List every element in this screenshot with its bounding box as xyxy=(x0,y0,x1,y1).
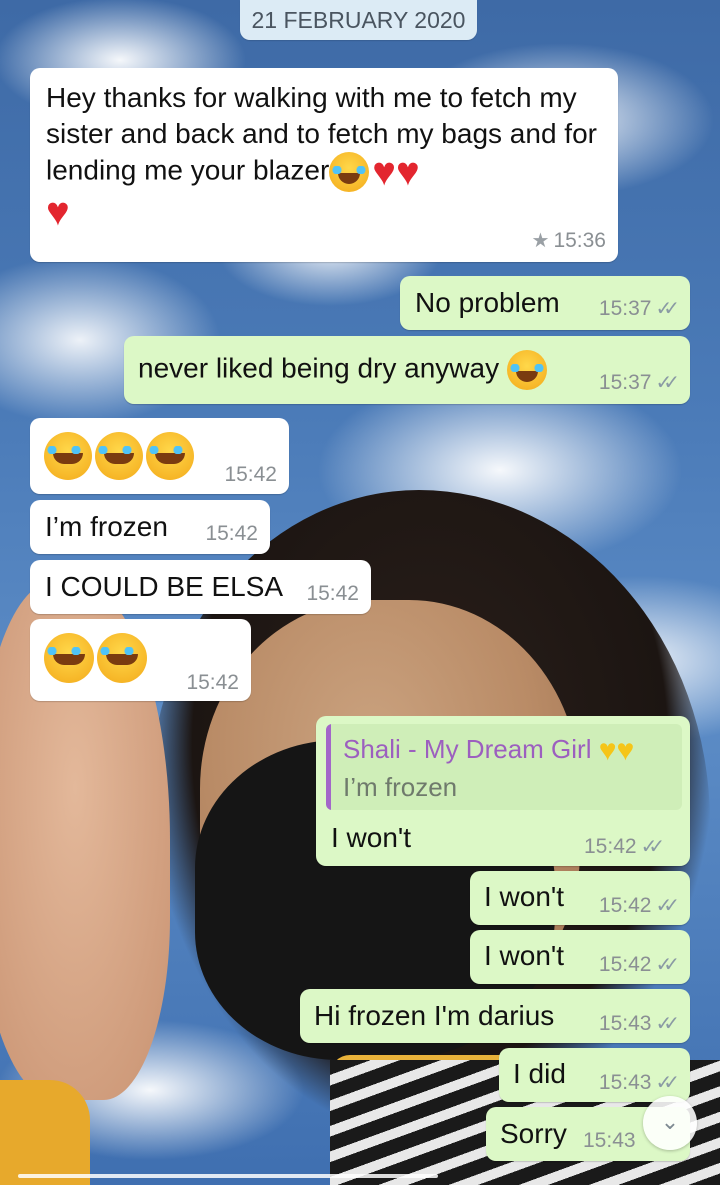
incoming-message[interactable]: I’m frozen 15:42 xyxy=(30,500,270,554)
message-text: I won't xyxy=(484,881,565,912)
red-heart-emoji: ♥ xyxy=(372,150,397,194)
double-check-icon: ✓✓ xyxy=(655,1072,679,1094)
quote-text: I’m frozen xyxy=(343,772,458,802)
double-check-icon: ✓✓ xyxy=(655,895,679,917)
message-meta: 15:37 ✓✓ xyxy=(599,370,680,395)
quote-accent-bar xyxy=(326,724,331,810)
face-with-tears-of-joy-emoji xyxy=(44,633,94,683)
face-with-tears-of-joy-emoji xyxy=(95,432,143,480)
emoji-row xyxy=(44,633,150,683)
red-heart-emoji: ♥ xyxy=(46,190,70,234)
yellow-heart-emoji: ♥ xyxy=(616,734,635,768)
outgoing-message[interactable]: No problem 15:37 ✓✓ xyxy=(400,276,690,330)
message-meta: 15:42 ✓✓ xyxy=(584,834,665,859)
home-indicator-bar xyxy=(18,1174,438,1178)
message-meta: 15:42 ✓✓ xyxy=(599,952,680,977)
face-with-tears-of-joy-emoji xyxy=(44,432,92,480)
message-time: 15:42 xyxy=(306,582,359,605)
message-text: No problem xyxy=(415,287,560,318)
message-time: 15:43 xyxy=(583,1129,636,1152)
message-time: 15:42 xyxy=(224,463,277,486)
message-text: Hey thanks for walking with me to fetch … xyxy=(46,82,597,234)
double-check-icon: ✓✓ xyxy=(655,954,679,976)
message-meta: 15:42 xyxy=(224,463,277,487)
message-meta: 15:43 ✓✓ xyxy=(599,1070,680,1095)
message-text: I won't xyxy=(484,940,565,971)
message-time: 15:36 xyxy=(553,228,606,252)
message-meta: 15:42 ✓✓ xyxy=(599,893,680,918)
message-meta: 15:42 xyxy=(205,522,258,546)
message-text: never liked being dry anyway xyxy=(138,350,550,390)
quoted-message[interactable]: Shali - My Dream Girl ♥♥ I’m frozen xyxy=(326,724,682,810)
incoming-message[interactable]: I COULD BE ELSA 15:42 xyxy=(30,560,371,614)
date-divider: 21 FEBRUARY 2020 xyxy=(240,0,477,40)
face-with-tears-of-joy-emoji xyxy=(146,432,194,480)
outgoing-message[interactable]: never liked being dry anyway 15:37 ✓✓ xyxy=(124,336,690,404)
face-with-tears-of-joy-emoji xyxy=(97,633,147,683)
message-meta: 15:37 ✓✓ xyxy=(599,296,680,321)
message-meta: ★ 15:36 xyxy=(532,228,607,253)
message-text: I’m frozen xyxy=(45,511,168,542)
outgoing-message[interactable]: I won't 15:42 ✓✓ xyxy=(470,871,690,925)
message-time: 15:42 xyxy=(598,893,652,917)
outgoing-message[interactable]: I won't 15:42 ✓✓ xyxy=(470,930,690,984)
emoji-row xyxy=(44,432,197,480)
message-text: I COULD BE ELSA xyxy=(45,571,284,602)
message-time: 15:37 xyxy=(598,296,652,320)
chevron-double-down-icon: ⌄ xyxy=(660,1109,680,1134)
face-with-tears-of-joy-emoji xyxy=(329,152,370,192)
message-time: 15:42 xyxy=(584,834,637,858)
scroll-to-bottom-button[interactable]: ⌄ xyxy=(643,1096,697,1150)
message-time: 15:37 xyxy=(598,370,652,394)
double-check-icon: ✓✓ xyxy=(655,298,679,320)
face-with-tears-of-joy-emoji xyxy=(506,350,547,390)
outgoing-message[interactable]: Hi frozen I'm darius 15:43 ✓✓ xyxy=(300,989,690,1043)
message-meta: 15:42 xyxy=(186,671,239,695)
quote-author: Shali - My Dream Girl ♥♥ xyxy=(343,734,635,768)
message-time: 15:43 xyxy=(598,1070,652,1094)
message-meta: 15:43 xyxy=(583,1129,636,1153)
message-time: 15:42 xyxy=(205,522,258,545)
yellow-heart-emoji: ♥ xyxy=(598,734,617,768)
message-meta: 15:42 xyxy=(306,582,359,606)
message-meta: 15:43 ✓✓ xyxy=(599,1011,680,1036)
message-time: 15:42 xyxy=(598,952,652,976)
message-text: I won't xyxy=(331,822,412,853)
star-icon: ★ xyxy=(531,230,550,252)
message-text: Sorry xyxy=(500,1118,567,1149)
double-check-icon: ✓✓ xyxy=(655,372,679,394)
wallpaper-sweater xyxy=(0,1080,90,1185)
message-text: Hi frozen I'm darius xyxy=(314,1000,555,1031)
message-text: I did xyxy=(513,1058,566,1089)
double-check-icon: ✓✓ xyxy=(655,1013,679,1035)
message-time: 15:42 xyxy=(186,671,239,694)
message-time: 15:43 xyxy=(598,1011,652,1035)
outgoing-message[interactable]: I did 15:43 ✓✓ xyxy=(499,1048,690,1102)
double-check-icon: ✓✓ xyxy=(640,836,665,858)
incoming-message[interactable]: Hey thanks for walking with me to fetch … xyxy=(30,68,618,262)
red-heart-emoji: ♥ xyxy=(396,150,420,194)
incoming-message[interactable]: 15:42 xyxy=(30,619,251,701)
incoming-message[interactable]: 15:42 xyxy=(30,418,289,494)
